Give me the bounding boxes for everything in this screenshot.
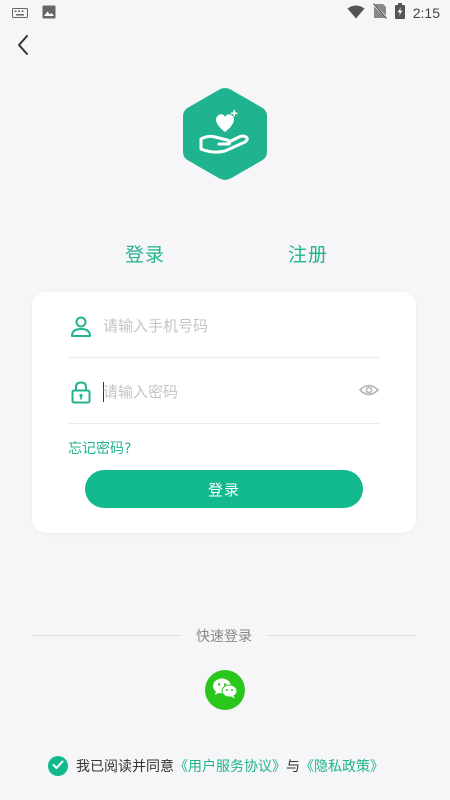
password-field-row bbox=[68, 360, 380, 424]
no-sim-icon bbox=[372, 3, 388, 23]
phone-field-row bbox=[68, 294, 380, 358]
phone-input[interactable] bbox=[103, 316, 343, 335]
divider-right bbox=[266, 635, 416, 636]
status-time: 2:15 bbox=[412, 5, 440, 21]
keyboard-icon bbox=[12, 4, 28, 23]
tab-register[interactable]: 注册 bbox=[288, 240, 328, 267]
status-right: 2:15 bbox=[347, 3, 440, 23]
quick-login-label: 快速登录 bbox=[196, 629, 252, 645]
back-button[interactable] bbox=[10, 34, 36, 60]
battery-charging-icon bbox=[394, 3, 405, 23]
wechat-icon bbox=[212, 677, 238, 703]
agreement-prefix: 我已阅读并同意 bbox=[76, 759, 174, 775]
privacy-link[interactable]: 《隐私政策》 bbox=[300, 756, 384, 776]
forgot-password-link[interactable]: 忘记密码? bbox=[68, 438, 131, 458]
login-card: 忘记密码? 登录 bbox=[32, 292, 416, 533]
auth-tabs: 登录 注册 bbox=[0, 240, 450, 276]
wifi-icon bbox=[347, 4, 365, 23]
chevron-left-icon bbox=[16, 34, 30, 60]
terms-link[interactable]: 《用户服务协议》 bbox=[174, 756, 286, 776]
login-button[interactable]: 登录 bbox=[85, 470, 363, 508]
agreement-row: 我已阅读并同意 《用户服务协议》 与 《隐私政策》 bbox=[48, 754, 384, 778]
app-logo bbox=[181, 86, 269, 182]
image-icon bbox=[42, 4, 56, 23]
status-bar: 2:15 bbox=[0, 0, 450, 26]
user-icon bbox=[68, 313, 94, 339]
quick-login-section: 快速登录 bbox=[32, 624, 416, 648]
show-password-toggle[interactable] bbox=[358, 380, 380, 402]
agreement-checkbox[interactable] bbox=[48, 756, 68, 776]
tab-login[interactable]: 登录 bbox=[125, 240, 165, 267]
wechat-login-button[interactable] bbox=[205, 670, 245, 710]
status-left bbox=[12, 4, 56, 23]
agreement-conjunction: 与 bbox=[286, 759, 300, 775]
checkmark-icon bbox=[52, 758, 64, 774]
password-input[interactable] bbox=[103, 382, 343, 401]
lock-icon bbox=[68, 379, 94, 405]
eye-icon bbox=[358, 382, 380, 401]
